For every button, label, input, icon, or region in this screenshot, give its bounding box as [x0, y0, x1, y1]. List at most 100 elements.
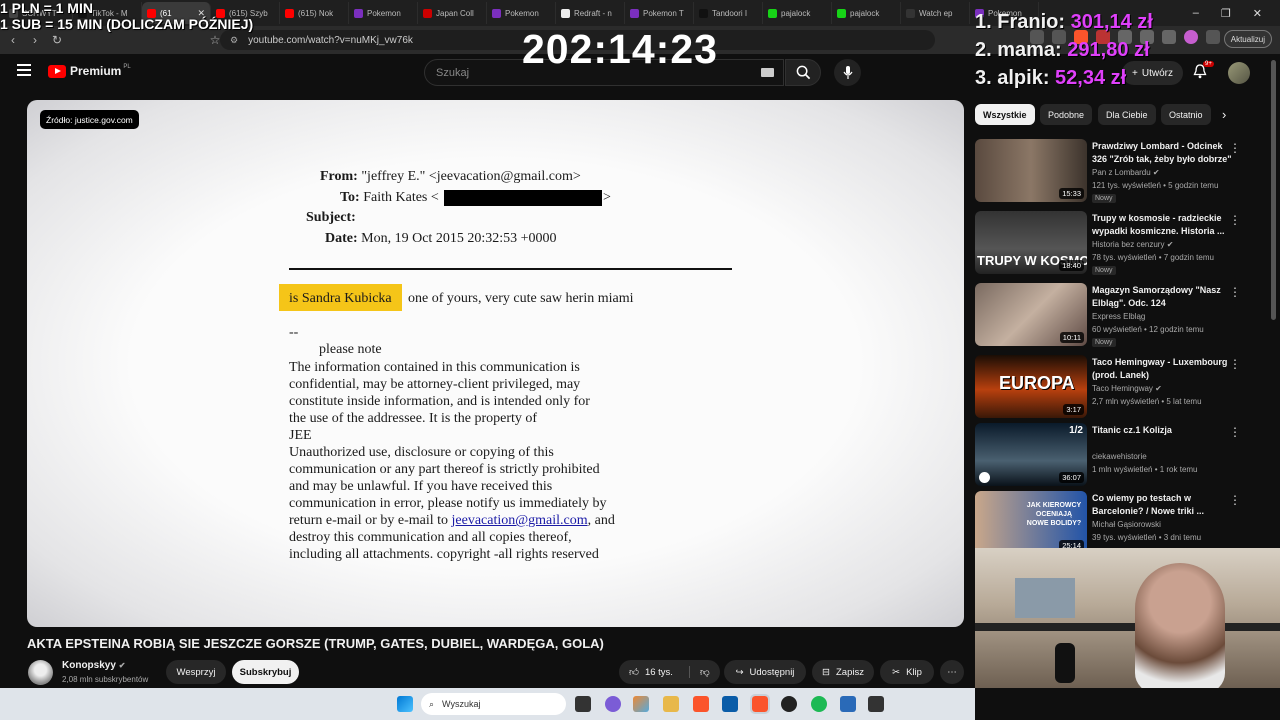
related-video-title[interactable]: Trupy w kosmosie - radzieckie wypadki ko… — [1092, 212, 1232, 238]
brave-browser-icon[interactable] — [750, 694, 770, 714]
related-video-channel[interactable]: Historia bez cenzury ✔ — [1092, 240, 1173, 249]
related-video-channel[interactable]: Taco Hemingway ✔ — [1092, 384, 1162, 393]
save-button[interactable]: ⊟ Zapisz — [812, 660, 874, 684]
windows-start-icon[interactable] — [397, 696, 413, 712]
voice-search-button[interactable] — [834, 59, 861, 86]
kebab-menu-icon[interactable]: ⋮ — [1229, 493, 1241, 507]
channel-avatar[interactable] — [28, 660, 53, 685]
browser-tab[interactable]: Pokemon — [487, 2, 556, 24]
close-window-button[interactable]: ✕ — [1253, 7, 1262, 20]
clip-label: Klip — [906, 666, 922, 678]
keyboard-icon[interactable] — [761, 68, 774, 77]
tab-favicon-icon — [561, 8, 570, 18]
task-view-icon[interactable] — [575, 696, 591, 712]
video-thumbnail[interactable]: JAK KIEROWCY OCENIAJĄ NOWE BOLIDY? 25:14 — [975, 491, 1087, 554]
donation-leaderboard: 1. Franio: 301,14 zł 2. mama: 291,80 zł … — [975, 8, 1153, 92]
video-thumbnail[interactable]: 15:33 — [975, 139, 1087, 202]
notifications-button[interactable]: 9+ — [1193, 61, 1214, 84]
related-video-card[interactable]: TRUPY W KOSMOSIE 18:40 Trupy w kosmosie … — [975, 211, 1265, 277]
taskbar-search[interactable]: ⌕ Wyszukaj — [421, 693, 566, 715]
video-thumbnail[interactable]: 10:11 — [975, 283, 1087, 346]
site-info-icon[interactable]: ⚙ — [230, 35, 238, 46]
browser-tab[interactable]: Pokemon T — [625, 2, 694, 24]
browser-tab[interactable]: pajalock — [763, 2, 832, 24]
video-thumbnail[interactable]: TRUPY W KOSMOSIE 18:40 — [975, 211, 1087, 274]
support-button[interactable]: Wesprzyj — [166, 660, 226, 684]
email-body-first-line: one of yours, very cute saw herin miami — [408, 291, 634, 306]
related-video-card[interactable]: 10:11 Magazyn Samorządowy "Nasz Elbląg".… — [975, 283, 1265, 349]
app-icon[interactable] — [605, 696, 621, 712]
chip-related[interactable]: Podobne — [1040, 104, 1093, 125]
kebab-menu-icon[interactable]: ⋮ — [1229, 357, 1241, 371]
youtube-logo[interactable]: Premium PL — [48, 64, 131, 78]
browser-tab[interactable]: Japan Coll — [418, 2, 487, 24]
browser-tab[interactable]: Redraft - n — [556, 2, 625, 24]
thumbs-up-icon[interactable]: 👍︎ — [629, 666, 639, 678]
forward-icon[interactable]: › — [26, 31, 44, 49]
chip-for-you[interactable]: Dla Ciebie — [1098, 104, 1156, 125]
scrollbar-thumb[interactable] — [1271, 60, 1276, 320]
account-avatar[interactable] — [1228, 62, 1250, 84]
app-icon[interactable] — [840, 696, 856, 712]
browser-tab[interactable]: Watch ep — [901, 2, 970, 24]
kebab-menu-icon[interactable]: ⋮ — [1229, 141, 1241, 155]
related-video-title[interactable]: Taco Hemingway - Luxembourg (prod. Lanek… — [1092, 356, 1232, 382]
app-icon[interactable] — [781, 696, 797, 712]
related-video-channel[interactable]: ciekawehistorie — [1092, 452, 1147, 461]
thumbs-down-icon[interactable]: 👎︎ — [688, 666, 710, 678]
tab-favicon-icon — [354, 8, 363, 18]
video-thumbnail[interactable]: EUROPA 3:17 — [975, 355, 1087, 418]
obs-icon[interactable] — [868, 696, 884, 712]
app-icon[interactable] — [722, 696, 738, 712]
maximize-button[interactable]: ❐ — [1221, 7, 1231, 20]
related-video-channel[interactable]: Pan z Lombardu ✔ — [1092, 168, 1160, 177]
reload-icon[interactable]: ↻ — [48, 31, 66, 49]
related-video-card[interactable]: 15:33 Prawdziwy Lombard - Odcinek 326 "Z… — [975, 139, 1265, 205]
app-icon[interactable] — [633, 696, 649, 712]
shield-icon[interactable] — [1162, 30, 1176, 44]
related-video-title[interactable]: Magazyn Samorządowy "Nasz Elbląg". Odc. … — [1092, 284, 1232, 310]
related-video-title[interactable]: Prawdziwy Lombard - Odcinek 326 "Zrób ta… — [1092, 140, 1232, 166]
related-video-channel[interactable]: Michał Gąsiorowski — [1092, 520, 1161, 529]
browser-tab[interactable]: Pokemon — [349, 2, 418, 24]
channel-name[interactable]: Konopskyy ✔ — [62, 660, 125, 671]
back-icon[interactable]: ‹ — [4, 31, 22, 49]
related-video-title[interactable]: Titanic cz.1 Kolizja — [1092, 424, 1232, 437]
chevron-right-icon[interactable]: › — [1222, 107, 1226, 122]
chip-all[interactable]: Wszystkie — [975, 104, 1035, 125]
search-button[interactable] — [785, 59, 821, 86]
minimize-button[interactable]: – — [1193, 7, 1199, 19]
hamburger-menu-icon[interactable] — [17, 64, 31, 76]
kebab-menu-icon[interactable]: ⋮ — [1229, 285, 1241, 299]
browser-tab[interactable]: pajalock — [832, 2, 901, 24]
date-label: Date: — [325, 231, 358, 246]
like-count[interactable]: 16 tys. — [645, 667, 673, 678]
tab-label: Pokemon T — [643, 8, 684, 18]
source-chip: Źródło: justice.gov.com — [40, 110, 139, 129]
kebab-menu-icon[interactable]: ⋮ — [1229, 213, 1241, 227]
spotify-icon[interactable] — [811, 696, 827, 712]
related-video-meta: 60 wyświetleń • 12 godzin temu — [1092, 325, 1204, 334]
kebab-menu-icon[interactable]: ⋮ — [1229, 425, 1241, 439]
subscribe-button[interactable]: Subskrybuj — [232, 660, 299, 684]
related-video-channel[interactable]: Express Elbląg — [1092, 312, 1145, 321]
chip-recent[interactable]: Ostatnio — [1161, 104, 1211, 125]
related-video-title[interactable]: Co wiemy po testach w Barcelonie? / Nowe… — [1092, 492, 1232, 518]
brave-browser-icon[interactable] — [693, 696, 709, 712]
menu-icon[interactable] — [1206, 30, 1220, 44]
file-explorer-icon[interactable] — [663, 696, 679, 712]
subject-label: Subject: — [306, 210, 356, 225]
clip-button[interactable]: ✂ Klip — [880, 660, 934, 684]
channel-logo-icon — [979, 472, 990, 483]
related-video-card[interactable]: 1/2 36:07 Titanic cz.1 Kolizja ciekawehi… — [975, 423, 1265, 489]
update-button[interactable]: Aktualizuj — [1223, 30, 1272, 48]
more-actions-button[interactable]: ⋯ — [940, 660, 964, 684]
browser-tab[interactable]: Tandoori I — [694, 2, 763, 24]
profile-icon[interactable] — [1184, 30, 1198, 44]
browser-tab[interactable]: (615) Nok — [280, 2, 349, 24]
related-video-card[interactable]: EUROPA 3:17 Taco Hemingway - Luxembourg … — [975, 355, 1265, 421]
video-thumbnail[interactable]: 1/2 36:07 — [975, 423, 1087, 486]
share-button[interactable]: ↪ Udostępnij — [724, 660, 806, 684]
leader-name: 1. Franio: — [975, 11, 1066, 33]
tab-favicon-icon — [837, 8, 846, 18]
